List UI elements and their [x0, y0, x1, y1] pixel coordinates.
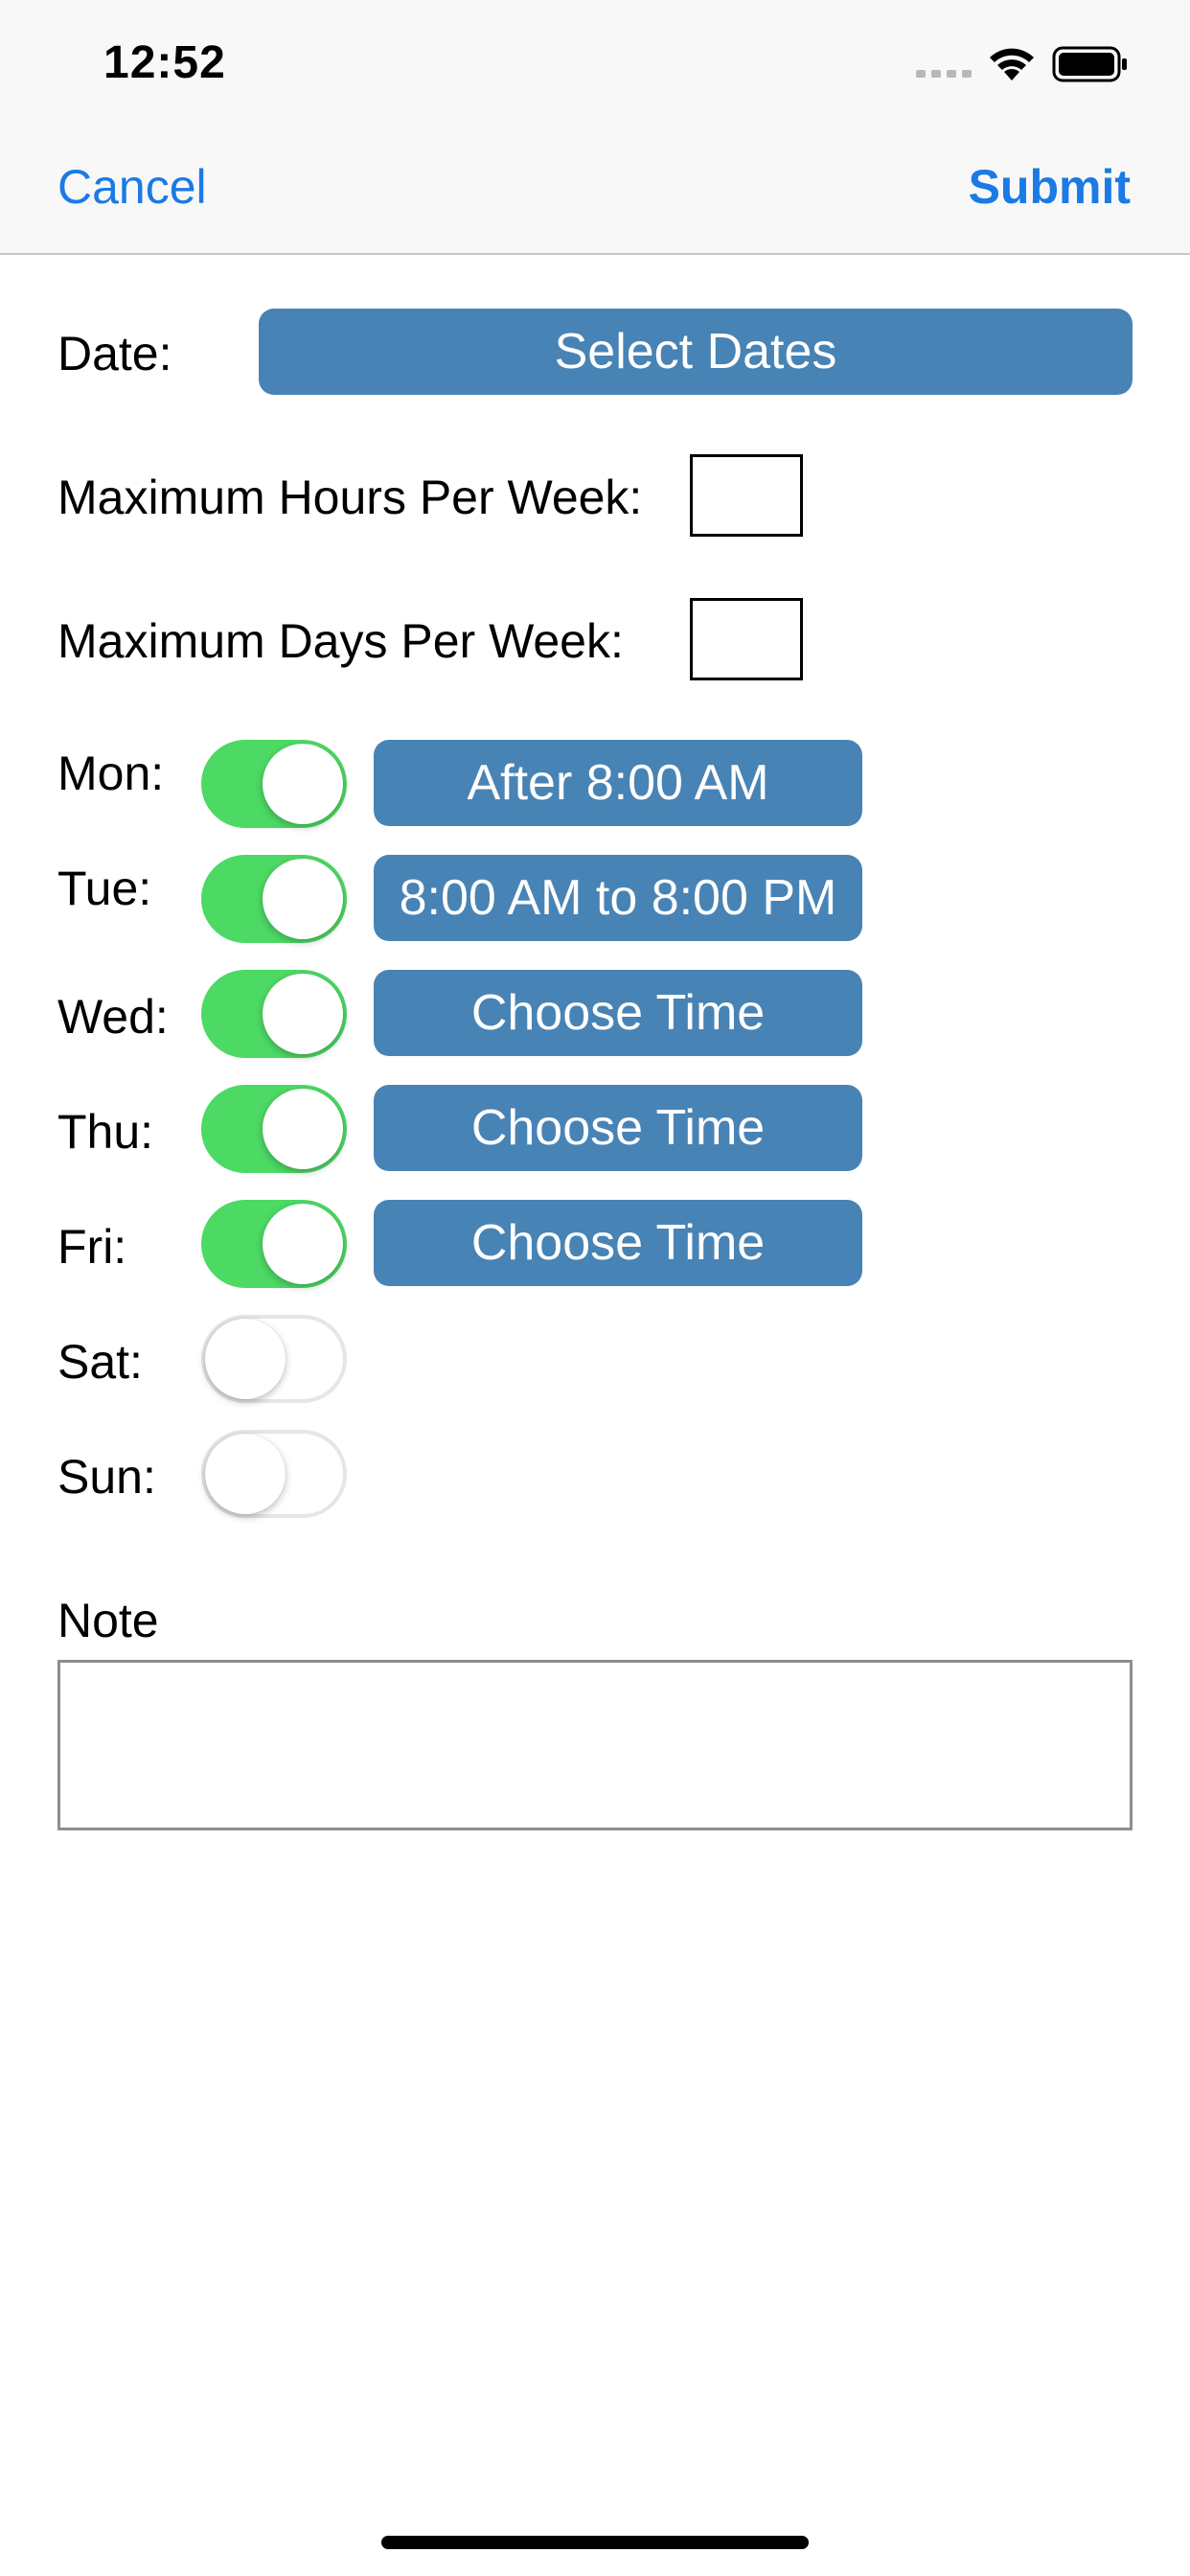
submit-button[interactable]: Submit — [969, 159, 1131, 215]
cellular-signal-icon — [916, 70, 972, 78]
toggle-thu[interactable] — [201, 1085, 347, 1173]
day-label-thu: Thu: — [57, 1105, 154, 1159]
day-label-sat: Sat: — [57, 1335, 143, 1389]
wifi-icon — [990, 48, 1034, 80]
day-label-tue: Tue: — [57, 862, 152, 915]
toggle-knob — [205, 1434, 286, 1514]
home-indicator — [381, 2536, 809, 2549]
toggle-knob — [263, 974, 343, 1054]
toggle-tue[interactable] — [201, 855, 347, 943]
day-label-fri: Fri: — [57, 1220, 127, 1274]
max-days-label: Maximum Days Per Week: — [57, 614, 624, 668]
max-hours-input[interactable] — [690, 454, 803, 537]
time-button-fri[interactable]: Choose Time — [374, 1200, 862, 1286]
toggle-knob — [263, 744, 343, 824]
cancel-button[interactable]: Cancel — [57, 159, 207, 215]
day-label-wed: Wed: — [57, 990, 169, 1044]
day-label-mon: Mon: — [57, 747, 165, 800]
toggle-knob — [263, 1089, 343, 1169]
toggle-wed[interactable] — [201, 970, 347, 1058]
toggle-fri[interactable] — [201, 1200, 347, 1288]
battery-icon — [1052, 46, 1127, 82]
toggle-knob — [205, 1319, 286, 1399]
max-hours-label: Maximum Hours Per Week: — [57, 471, 643, 524]
status-time: 12:52 — [103, 37, 226, 88]
navigation-bar: 12:52 Cancel Submit — [0, 0, 1190, 255]
date-label: Date: — [57, 327, 172, 380]
toggle-sat[interactable] — [201, 1315, 347, 1403]
time-button-wed[interactable]: Choose Time — [374, 970, 862, 1056]
toggle-sun[interactable] — [201, 1430, 347, 1518]
max-days-input[interactable] — [690, 598, 803, 680]
time-button-mon[interactable]: After 8:00 AM — [374, 740, 862, 826]
time-button-tue[interactable]: 8:00 AM to 8:00 PM — [374, 855, 862, 941]
toggle-knob — [263, 1204, 343, 1284]
note-textarea[interactable] — [57, 1660, 1133, 1830]
time-button-thu[interactable]: Choose Time — [374, 1085, 862, 1171]
note-label: Note — [57, 1594, 159, 1647]
toggle-mon[interactable] — [201, 740, 347, 828]
day-label-sun: Sun: — [57, 1450, 156, 1504]
select-dates-button[interactable]: Select Dates — [259, 309, 1133, 395]
toggle-knob — [263, 859, 343, 939]
